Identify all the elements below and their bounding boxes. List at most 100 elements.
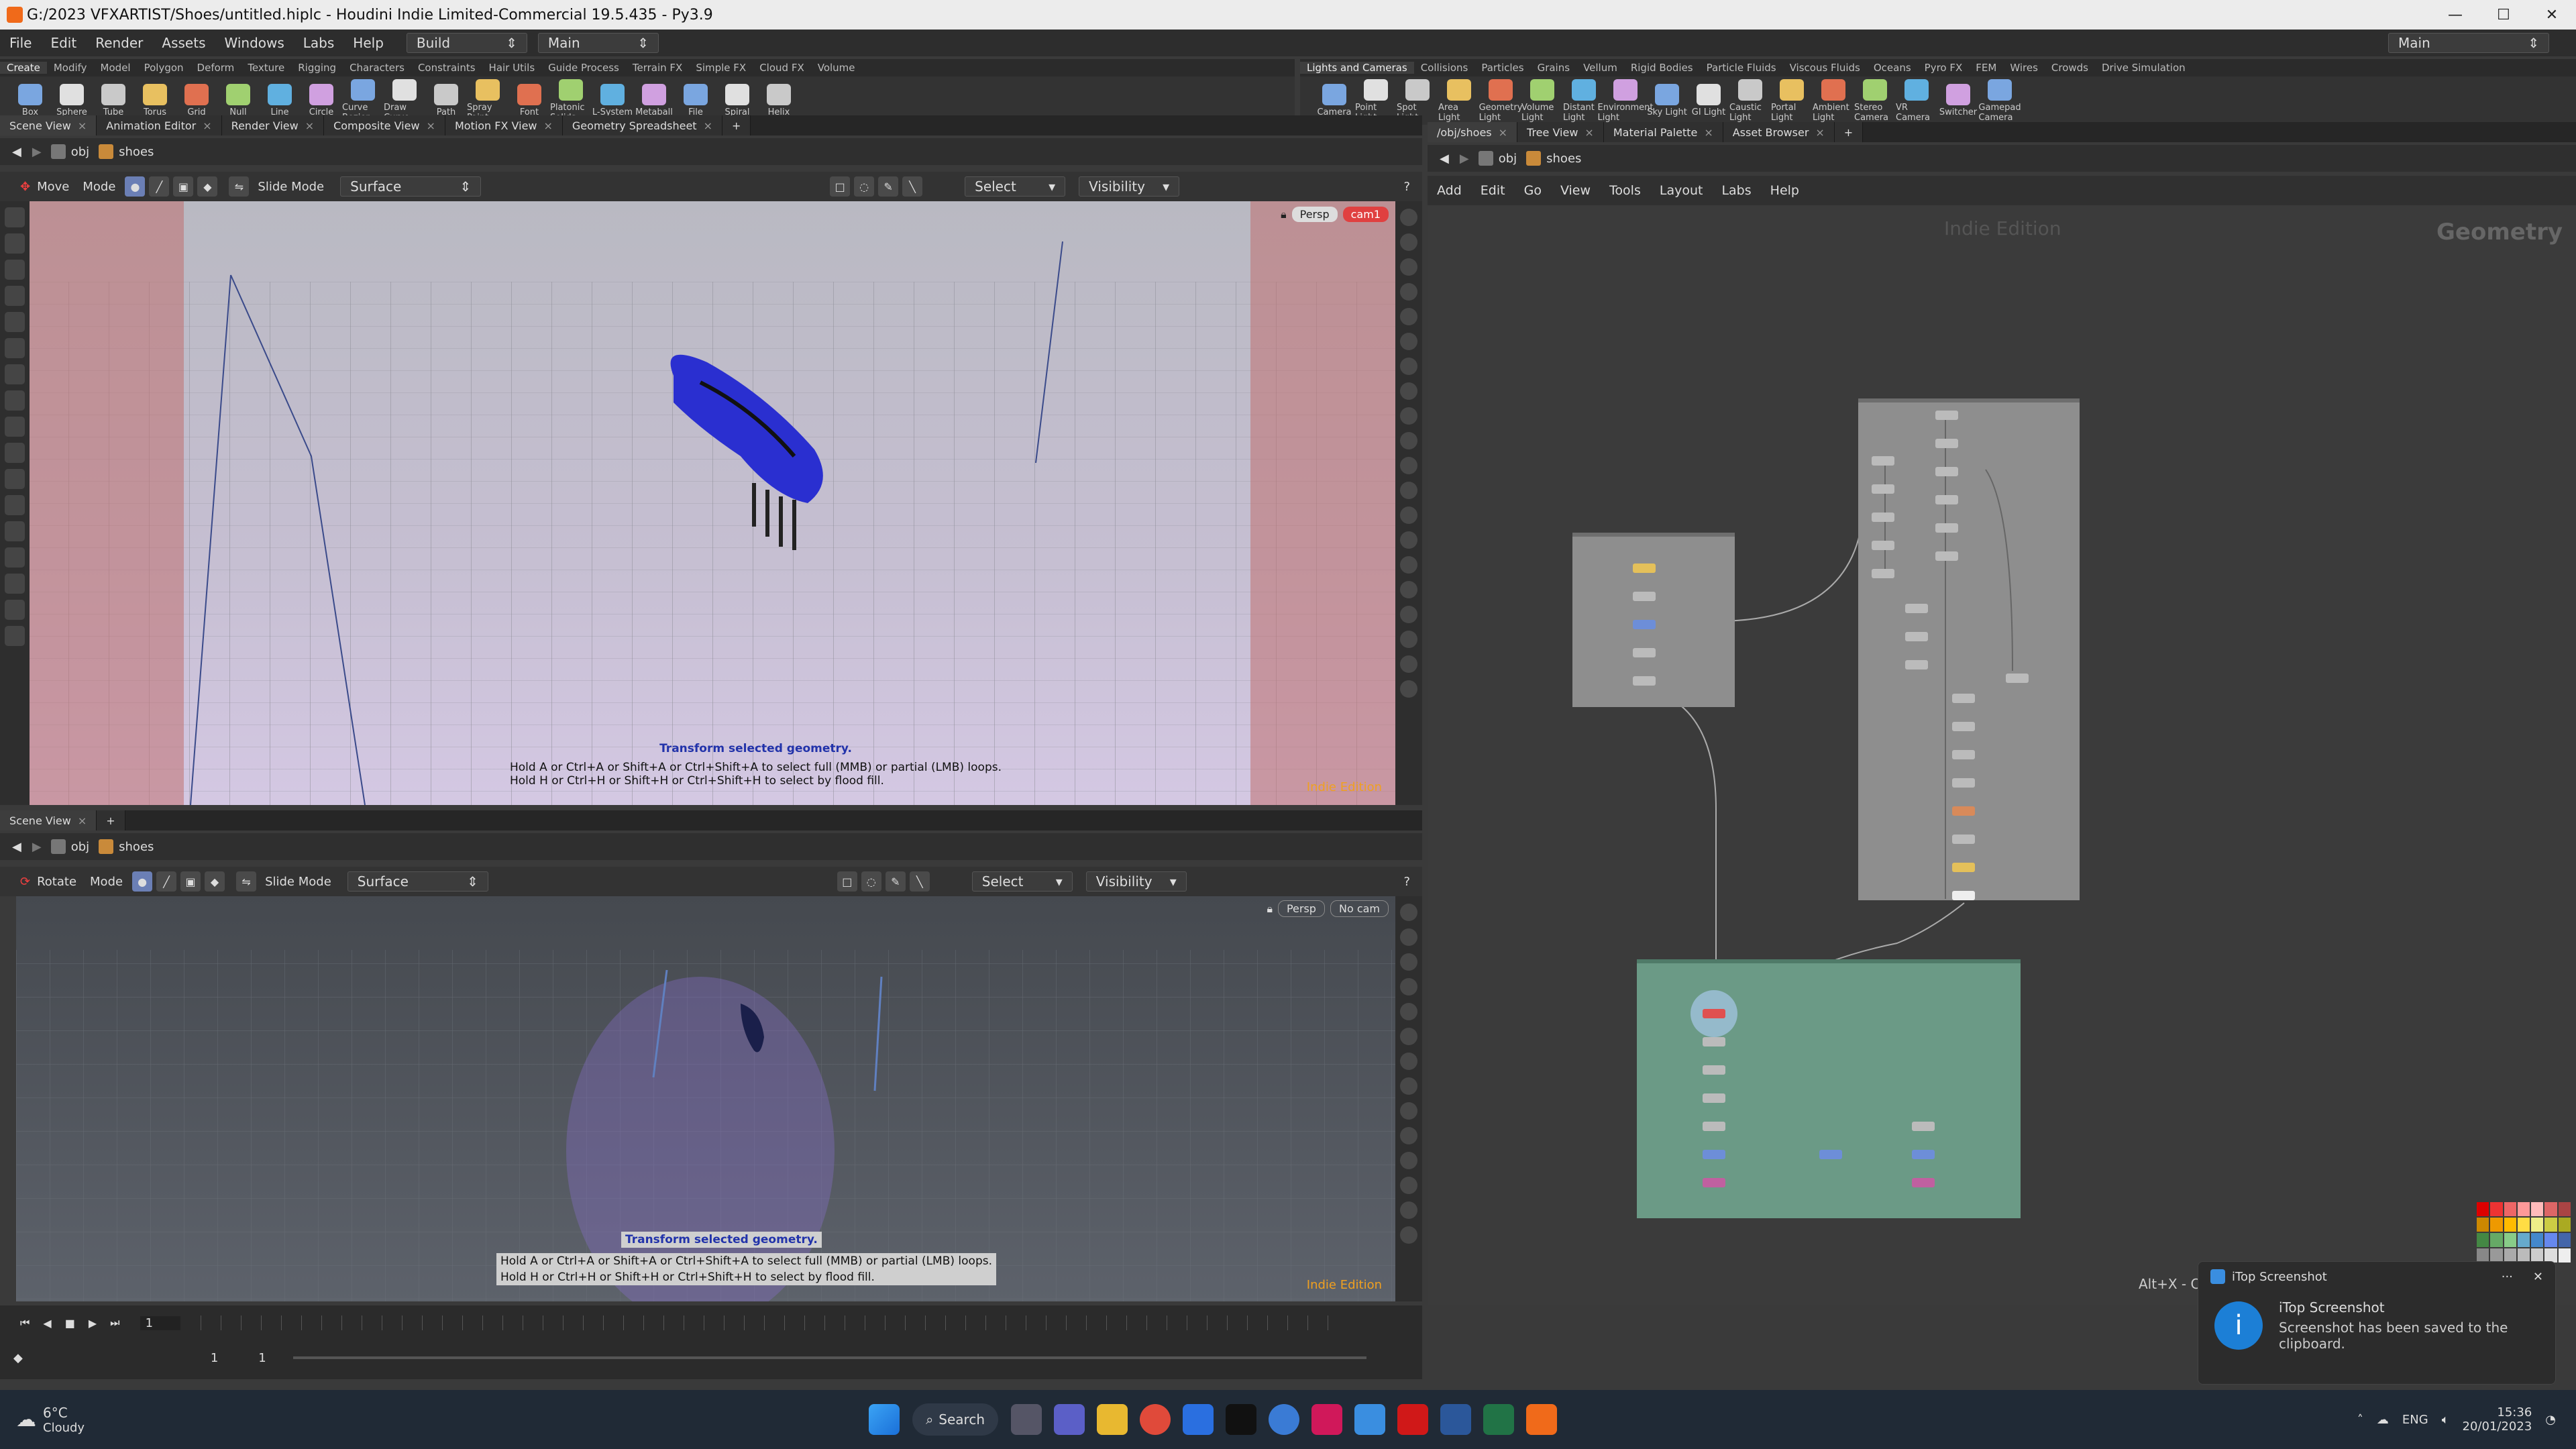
display-option-icon[interactable]	[1400, 283, 1417, 301]
slide-mode-icon[interactable]: ⇋	[229, 176, 250, 197]
menu-windows[interactable]: Windows	[225, 35, 284, 51]
network-node[interactable]	[1952, 778, 1975, 788]
display-option-icon[interactable]	[1400, 631, 1417, 648]
display-option-icon[interactable]	[1400, 904, 1417, 921]
tool-icon[interactable]	[5, 574, 25, 594]
shelf-tab[interactable]: Simple FX	[689, 62, 753, 74]
shelf-tab[interactable]: Particles	[1474, 62, 1530, 74]
display-option-icon[interactable]	[1400, 1053, 1417, 1070]
display-option-icon[interactable]	[1400, 1028, 1417, 1045]
right-context-dropdown[interactable]: Main ⇕	[2388, 33, 2549, 53]
keyframe-icon[interactable]: ◆	[13, 1351, 23, 1365]
display-option-icon[interactable]	[1400, 1152, 1417, 1169]
shelf-tab[interactable]: Particle Fluids	[1700, 62, 1783, 74]
top-viewport[interactable]: 🔒︎ Persp cam1 Transform selected geometr…	[30, 201, 1395, 805]
shelf-tool-stereo-camera[interactable]: Stereo Camera	[1854, 78, 1896, 123]
menu-render[interactable]: Render	[95, 35, 143, 51]
first-frame-button[interactable]: ⏮	[20, 1316, 30, 1330]
top-visibility-dropdown[interactable]: Visibility ▾	[1079, 176, 1180, 197]
network-node[interactable]	[1905, 660, 1928, 669]
network-node[interactable]	[1872, 456, 1894, 466]
shelf-tab[interactable]: Model	[94, 62, 138, 74]
shelf-tab[interactable]: Lights and Cameras	[1300, 62, 1414, 74]
pane-tab[interactable]: Render View ×	[221, 115, 325, 136]
pane-tab[interactable]: Geometry Spreadsheet ×	[562, 115, 722, 136]
network-node[interactable]	[1703, 1178, 1725, 1187]
lasso-icon[interactable]: ◌	[854, 176, 875, 197]
shelf-tab[interactable]: Volume	[811, 62, 862, 74]
shelf-tool-sphere[interactable]: Sphere	[51, 84, 93, 117]
bottom-surface-dropdown[interactable]: Surface ⇕	[347, 871, 488, 892]
tool-icon[interactable]	[5, 390, 25, 411]
add-tab-button[interactable]: +	[722, 115, 751, 136]
desktop-dropdown[interactable]: Build ⇕	[406, 33, 527, 53]
tool-icon[interactable]	[5, 312, 25, 332]
network-node[interactable]	[1935, 411, 1958, 420]
search-box[interactable]: ⌕ Search	[912, 1403, 998, 1436]
mode-objects-button[interactable]: ◆	[197, 176, 218, 197]
forward-arrow-icon[interactable]: ▶	[1460, 152, 1469, 166]
shelf-tab[interactable]: Cloud FX	[753, 62, 811, 74]
shelf-tab[interactable]: Deform	[191, 62, 241, 74]
tool-icon[interactable]	[5, 286, 25, 306]
shelf-tool-volume-light[interactable]: Volume Light	[1521, 78, 1563, 123]
shelf-tool-switcher[interactable]: Switcher	[1937, 84, 1979, 117]
weather-widget[interactable]: ☁ 6°C Cloudy	[16, 1405, 85, 1435]
shelf-tool-font[interactable]: Font	[508, 84, 550, 117]
word-icon[interactable]	[1440, 1404, 1471, 1435]
network-box-original[interactable]	[1572, 533, 1735, 707]
display-option-icon[interactable]	[1400, 358, 1417, 375]
display-option-icon[interactable]	[1400, 680, 1417, 698]
network-node[interactable]	[1872, 513, 1894, 522]
display-option-icon[interactable]	[1400, 1102, 1417, 1120]
network-node[interactable]	[1952, 863, 1975, 872]
select-box-icon[interactable]: □	[830, 176, 851, 197]
itop-icon[interactable]	[1354, 1404, 1385, 1435]
network-node[interactable]	[1633, 676, 1656, 686]
tool-icon[interactable]	[5, 417, 25, 437]
play-button[interactable]: ▶	[89, 1317, 97, 1330]
display-option-icon[interactable]	[1400, 382, 1417, 400]
shelf-tool-helix[interactable]: Helix	[758, 84, 800, 117]
shelf-tool-ambient-light[interactable]: Ambient Light	[1813, 78, 1854, 123]
shelf-tool-null[interactable]: Null	[217, 84, 259, 117]
current-frame-field[interactable]: 1	[140, 1316, 180, 1330]
pane-tab[interactable]: Material Palette ×	[1603, 122, 1723, 142]
shelf-tool-sky-light[interactable]: Sky Light	[1646, 84, 1688, 117]
network-node[interactable]	[1952, 694, 1975, 703]
mode-objects-button[interactable]: ◆	[205, 871, 225, 892]
network-menu-item[interactable]: Add	[1437, 183, 1462, 198]
close-tab-icon[interactable]: ×	[305, 119, 314, 132]
network-node[interactable]	[1952, 722, 1975, 731]
range-slider[interactable]	[292, 1356, 1366, 1359]
move-tool-icon[interactable]: ✥	[20, 180, 30, 194]
path-crumb-shoes[interactable]: shoes	[99, 144, 154, 159]
tab-scene-view-bottom[interactable]: Scene View ×	[0, 810, 97, 830]
color-palette[interactable]	[2477, 1202, 2571, 1263]
pane-tab[interactable]: Composite View ×	[324, 115, 445, 136]
shelf-tab[interactable]: Oceans	[1867, 62, 1918, 74]
shelf-tool-geometry-light[interactable]: Geometry Light	[1479, 78, 1522, 123]
play-reverse-button[interactable]: ◀	[43, 1317, 51, 1330]
shelf-tool-file[interactable]: File	[675, 84, 716, 117]
network-node[interactable]	[1952, 835, 1975, 844]
back-arrow-icon[interactable]: ◀	[12, 840, 21, 854]
cloud-tray-icon[interactable]: ☁	[2377, 1413, 2389, 1427]
slide-mode-icon[interactable]: ⇋	[236, 871, 257, 892]
network-node[interactable]	[1703, 1122, 1725, 1131]
shelf-tool-area-light[interactable]: Area Light	[1438, 78, 1480, 123]
display-option-icon[interactable]	[1400, 978, 1417, 996]
forward-arrow-icon[interactable]: ▶	[32, 840, 42, 854]
shelf-tab[interactable]: Constraints	[411, 62, 482, 74]
display-option-icon[interactable]	[1400, 233, 1417, 251]
shelf-tab[interactable]: Grains	[1531, 62, 1576, 74]
chrome-icon[interactable]	[1140, 1404, 1171, 1435]
back-arrow-icon[interactable]: ◀	[1440, 152, 1449, 166]
shelf-tab[interactable]: Hair Utils	[482, 62, 542, 74]
menu-edit[interactable]: Edit	[50, 35, 76, 51]
excel-icon[interactable]	[1483, 1404, 1514, 1435]
network-node[interactable]	[1912, 1178, 1935, 1187]
network-node[interactable]	[1935, 439, 1958, 448]
app-icon[interactable]	[1269, 1404, 1299, 1435]
add-tab-button[interactable]: +	[97, 810, 125, 830]
